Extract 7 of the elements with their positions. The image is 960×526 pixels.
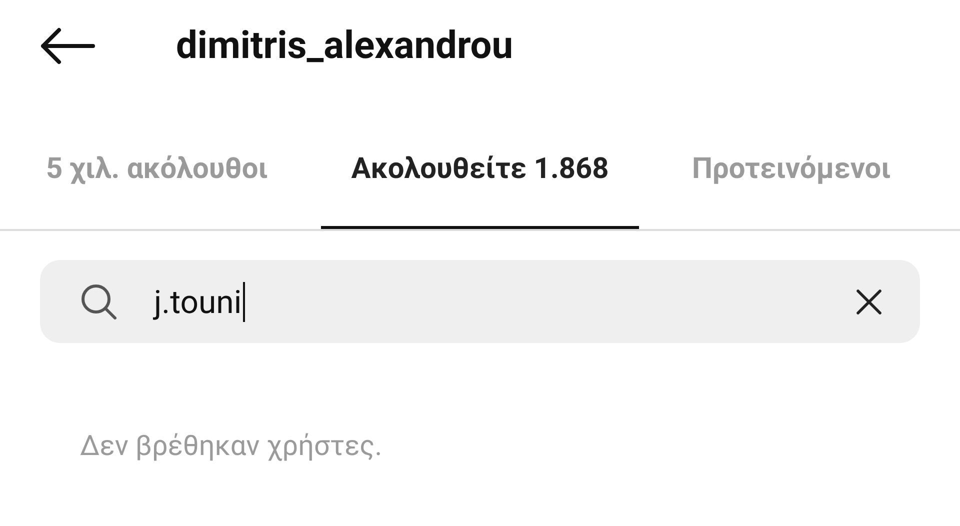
back-arrow-icon — [39, 26, 97, 66]
search-icon — [80, 282, 118, 320]
profile-username: dimitris_alexandrou — [176, 22, 514, 70]
search-text: j.touni — [154, 282, 245, 322]
search-field[interactable]: j.touni — [40, 260, 920, 343]
empty-results-message: Δεν βρέθηκαν χρήστες. — [80, 429, 382, 462]
close-icon — [856, 288, 882, 314]
